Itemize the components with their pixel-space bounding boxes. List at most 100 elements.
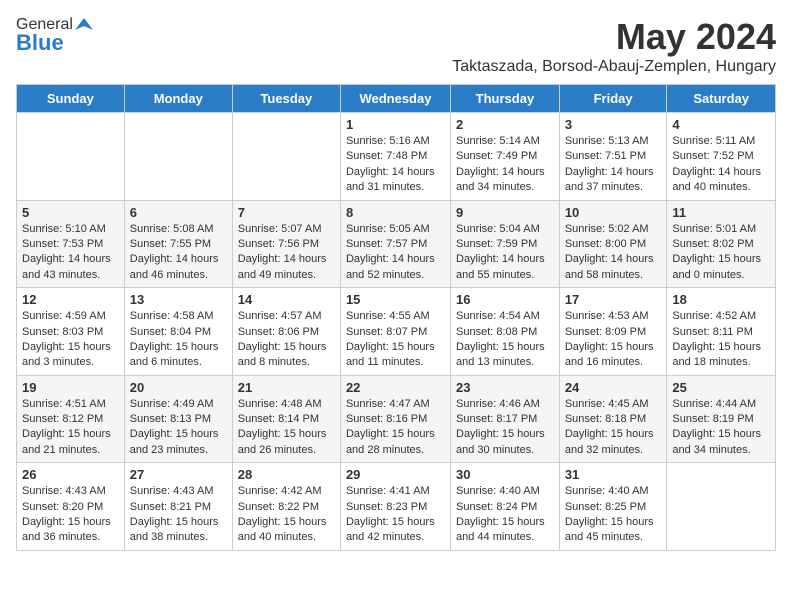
weekday-header-monday: Monday bbox=[124, 85, 232, 113]
day-info: Sunrise: 5:11 AM Sunset: 7:52 PM Dayligh… bbox=[672, 134, 770, 196]
day-info: Sunrise: 4:49 AM Sunset: 8:13 PM Dayligh… bbox=[130, 397, 227, 459]
title-block: May 2024 Taktaszada, Borsod-Abauj-Zemple… bbox=[452, 16, 776, 76]
day-info: Sunrise: 4:58 AM Sunset: 8:04 PM Dayligh… bbox=[130, 309, 227, 371]
day-number: 27 bbox=[130, 467, 227, 482]
calendar-cell: 20 Sunrise: 4:49 AM Sunset: 8:13 PM Dayli… bbox=[124, 375, 232, 463]
day-number: 16 bbox=[456, 292, 554, 307]
weekday-header-thursday: Thursday bbox=[451, 85, 560, 113]
day-number: 24 bbox=[565, 380, 662, 395]
day-info: Sunrise: 5:10 AM Sunset: 7:53 PM Dayligh… bbox=[22, 222, 119, 284]
day-number: 15 bbox=[346, 292, 445, 307]
day-info: Sunrise: 5:02 AM Sunset: 8:00 PM Dayligh… bbox=[565, 222, 662, 284]
day-number: 25 bbox=[672, 380, 770, 395]
day-number: 9 bbox=[456, 205, 554, 220]
day-number: 11 bbox=[672, 205, 770, 220]
calendar-cell bbox=[124, 113, 232, 201]
calendar-cell: 31 Sunrise: 4:40 AM Sunset: 8:25 PM Dayli… bbox=[559, 463, 667, 551]
calendar-cell: 14 Sunrise: 4:57 AM Sunset: 8:06 PM Dayli… bbox=[232, 288, 340, 376]
day-info: Sunrise: 5:01 AM Sunset: 8:02 PM Dayligh… bbox=[672, 222, 770, 284]
day-number: 5 bbox=[22, 205, 119, 220]
calendar-cell bbox=[667, 463, 776, 551]
day-info: Sunrise: 4:53 AM Sunset: 8:09 PM Dayligh… bbox=[565, 309, 662, 371]
day-info: Sunrise: 4:54 AM Sunset: 8:08 PM Dayligh… bbox=[456, 309, 554, 371]
day-info: Sunrise: 4:45 AM Sunset: 8:18 PM Dayligh… bbox=[565, 397, 662, 459]
calendar-cell: 1 Sunrise: 5:16 AM Sunset: 7:48 PM Daylig… bbox=[340, 113, 450, 201]
calendar-cell: 11 Sunrise: 5:01 AM Sunset: 8:02 PM Dayli… bbox=[667, 200, 776, 288]
day-info: Sunrise: 4:42 AM Sunset: 8:22 PM Dayligh… bbox=[238, 484, 335, 546]
calendar-cell: 26 Sunrise: 4:43 AM Sunset: 8:20 PM Dayli… bbox=[17, 463, 125, 551]
calendar-cell: 23 Sunrise: 4:46 AM Sunset: 8:17 PM Dayli… bbox=[451, 375, 560, 463]
calendar-cell: 19Sunrise: 4:51 AM Sunset: 8:12 PM Dayli… bbox=[17, 375, 125, 463]
day-info: Sunrise: 4:46 AM Sunset: 8:17 PM Dayligh… bbox=[456, 397, 554, 459]
day-info: Sunrise: 4:52 AM Sunset: 8:11 PM Dayligh… bbox=[672, 309, 770, 371]
day-info: Sunrise: 5:08 AM Sunset: 7:55 PM Dayligh… bbox=[130, 222, 227, 284]
day-number: 30 bbox=[456, 467, 554, 482]
logo-blue-text: Blue bbox=[16, 30, 64, 56]
day-info: Sunrise: 4:57 AM Sunset: 8:06 PM Dayligh… bbox=[238, 309, 335, 371]
calendar-cell: 25 Sunrise: 4:44 AM Sunset: 8:19 PM Dayli… bbox=[667, 375, 776, 463]
calendar-cell: 21 Sunrise: 4:48 AM Sunset: 8:14 PM Dayli… bbox=[232, 375, 340, 463]
calendar-cell: 9 Sunrise: 5:04 AM Sunset: 7:59 PM Daylig… bbox=[451, 200, 560, 288]
day-number: 10 bbox=[565, 205, 662, 220]
calendar-cell: 2 Sunrise: 5:14 AM Sunset: 7:49 PM Daylig… bbox=[451, 113, 560, 201]
day-number: 20 bbox=[130, 380, 227, 395]
day-number: 13 bbox=[130, 292, 227, 307]
day-info: Sunrise: 5:07 AM Sunset: 7:56 PM Dayligh… bbox=[238, 222, 335, 284]
calendar-cell: 29 Sunrise: 4:41 AM Sunset: 8:23 PM Dayli… bbox=[340, 463, 450, 551]
day-number: 8 bbox=[346, 205, 445, 220]
day-number: 28 bbox=[238, 467, 335, 482]
day-info: Sunrise: 5:04 AM Sunset: 7:59 PM Dayligh… bbox=[456, 222, 554, 284]
calendar-cell: 4Sunrise: 5:11 AM Sunset: 7:52 PM Daylig… bbox=[667, 113, 776, 201]
day-number: 23 bbox=[456, 380, 554, 395]
calendar-cell bbox=[232, 113, 340, 201]
calendar-cell: 13 Sunrise: 4:58 AM Sunset: 8:04 PM Dayli… bbox=[124, 288, 232, 376]
day-number: 1 bbox=[346, 117, 445, 132]
calendar-cell: 28 Sunrise: 4:42 AM Sunset: 8:22 PM Dayli… bbox=[232, 463, 340, 551]
day-info: Sunrise: 5:13 AM Sunset: 7:51 PM Dayligh… bbox=[565, 134, 662, 196]
day-number: 14 bbox=[238, 292, 335, 307]
calendar-cell: 24 Sunrise: 4:45 AM Sunset: 8:18 PM Dayli… bbox=[559, 375, 667, 463]
calendar-table: SundayMondayTuesdayWednesdayThursdayFrid… bbox=[16, 84, 776, 551]
calendar-cell: 8 Sunrise: 5:05 AM Sunset: 7:57 PM Daylig… bbox=[340, 200, 450, 288]
day-info: Sunrise: 4:44 AM Sunset: 8:19 PM Dayligh… bbox=[672, 397, 770, 459]
weekday-header-wednesday: Wednesday bbox=[340, 85, 450, 113]
day-info: Sunrise: 4:40 AM Sunset: 8:24 PM Dayligh… bbox=[456, 484, 554, 546]
weekday-header-friday: Friday bbox=[559, 85, 667, 113]
logo: General Blue bbox=[16, 16, 93, 56]
calendar-cell: 3 Sunrise: 5:13 AM Sunset: 7:51 PM Daylig… bbox=[559, 113, 667, 201]
day-info: Sunrise: 4:48 AM Sunset: 8:14 PM Dayligh… bbox=[238, 397, 335, 459]
day-info: Sunrise: 4:41 AM Sunset: 8:23 PM Dayligh… bbox=[346, 484, 445, 546]
day-number: 7 bbox=[238, 205, 335, 220]
day-info: Sunrise: 4:55 AM Sunset: 8:07 PM Dayligh… bbox=[346, 309, 445, 371]
weekday-header-sunday: Sunday bbox=[17, 85, 125, 113]
day-number: 12 bbox=[22, 292, 119, 307]
day-number: 19 bbox=[22, 380, 119, 395]
day-number: 26 bbox=[22, 467, 119, 482]
calendar-cell: 5 Sunrise: 5:10 AM Sunset: 7:53 PM Daylig… bbox=[17, 200, 125, 288]
calendar-cell bbox=[17, 113, 125, 201]
day-info: Sunrise: 5:16 AM Sunset: 7:48 PM Dayligh… bbox=[346, 134, 445, 196]
calendar-cell: 7 Sunrise: 5:07 AM Sunset: 7:56 PM Daylig… bbox=[232, 200, 340, 288]
day-info: Sunrise: 4:47 AM Sunset: 8:16 PM Dayligh… bbox=[346, 397, 445, 459]
day-info: Sunrise: 4:40 AM Sunset: 8:25 PM Dayligh… bbox=[565, 484, 662, 546]
day-info: Sunrise: 4:43 AM Sunset: 8:21 PM Dayligh… bbox=[130, 484, 227, 546]
day-info: Sunrise: 5:14 AM Sunset: 7:49 PM Dayligh… bbox=[456, 134, 554, 196]
month-title: May 2024 bbox=[452, 16, 776, 58]
day-number: 6 bbox=[130, 205, 227, 220]
day-number: 29 bbox=[346, 467, 445, 482]
calendar-cell: 27 Sunrise: 4:43 AM Sunset: 8:21 PM Dayli… bbox=[124, 463, 232, 551]
calendar-cell: 10 Sunrise: 5:02 AM Sunset: 8:00 PM Dayli… bbox=[559, 200, 667, 288]
calendar-cell: 17 Sunrise: 4:53 AM Sunset: 8:09 PM Dayli… bbox=[559, 288, 667, 376]
calendar-cell: 12 Sunrise: 4:59 AM Sunset: 8:03 PM Dayli… bbox=[17, 288, 125, 376]
calendar-cell: 6 Sunrise: 5:08 AM Sunset: 7:55 PM Daylig… bbox=[124, 200, 232, 288]
day-number: 21 bbox=[238, 380, 335, 395]
day-info: Sunrise: 4:43 AM Sunset: 8:20 PM Dayligh… bbox=[22, 484, 119, 546]
day-number: 31 bbox=[565, 467, 662, 482]
day-number: 2 bbox=[456, 117, 554, 132]
day-number: 18 bbox=[672, 292, 770, 307]
day-number: 17 bbox=[565, 292, 662, 307]
day-number: 3 bbox=[565, 117, 662, 132]
day-info: Sunrise: 5:05 AM Sunset: 7:57 PM Dayligh… bbox=[346, 222, 445, 284]
day-number: 22 bbox=[346, 380, 445, 395]
day-info: Sunrise: 4:59 AM Sunset: 8:03 PM Dayligh… bbox=[22, 309, 119, 371]
